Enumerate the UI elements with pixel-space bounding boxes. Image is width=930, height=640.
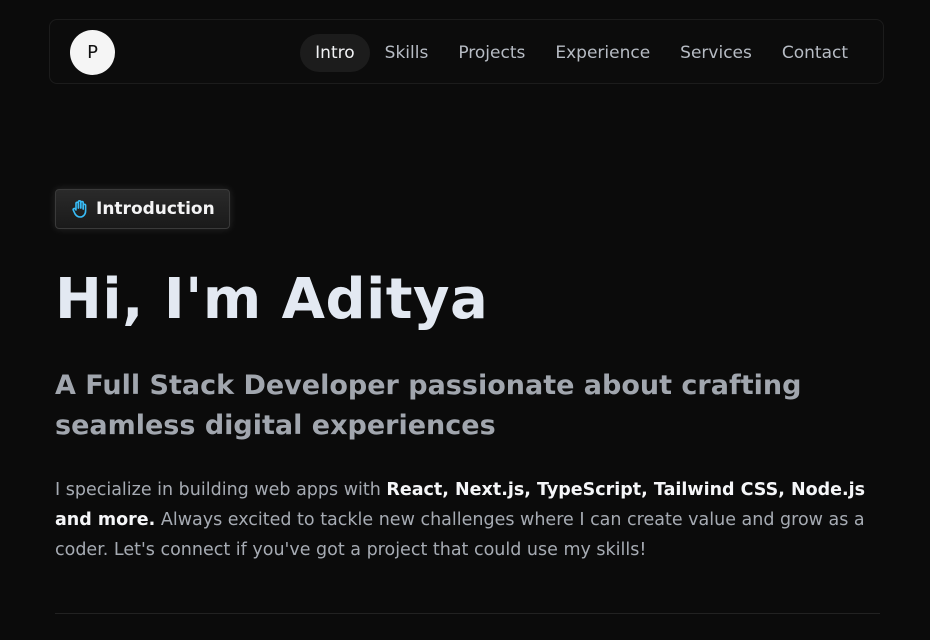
nav-link-contact[interactable]: Contact xyxy=(767,34,863,72)
logo-avatar[interactable]: P xyxy=(70,30,115,75)
nav-links: Intro Skills Projects Experience Service… xyxy=(300,34,863,72)
logo-letter: P xyxy=(87,42,98,63)
nav-link-intro[interactable]: Intro xyxy=(300,34,370,72)
nav-link-skills[interactable]: Skills xyxy=(370,34,444,72)
waving-hand-icon xyxy=(70,199,90,219)
hero-subtitle: A Full Stack Developer passionate about … xyxy=(55,370,802,441)
hero-description-prefix: I specialize in building web apps with xyxy=(55,480,387,500)
section-divider xyxy=(55,613,880,614)
hero-description-suffix: Always excited to tackle new challenges … xyxy=(55,510,865,560)
navbar: P Intro Skills Projects Experience Servi… xyxy=(49,19,884,84)
hero-title: Hi, I'm Aditya xyxy=(55,267,489,332)
section-badge: Introduction xyxy=(55,189,230,229)
nav-link-projects[interactable]: Projects xyxy=(443,34,540,72)
hero-description: I specialize in building web apps with R… xyxy=(55,475,885,565)
nav-link-services[interactable]: Services xyxy=(665,34,767,72)
badge-label: Introduction xyxy=(96,199,215,219)
nav-link-experience[interactable]: Experience xyxy=(540,34,665,72)
page: P Intro Skills Projects Experience Servi… xyxy=(0,0,930,640)
